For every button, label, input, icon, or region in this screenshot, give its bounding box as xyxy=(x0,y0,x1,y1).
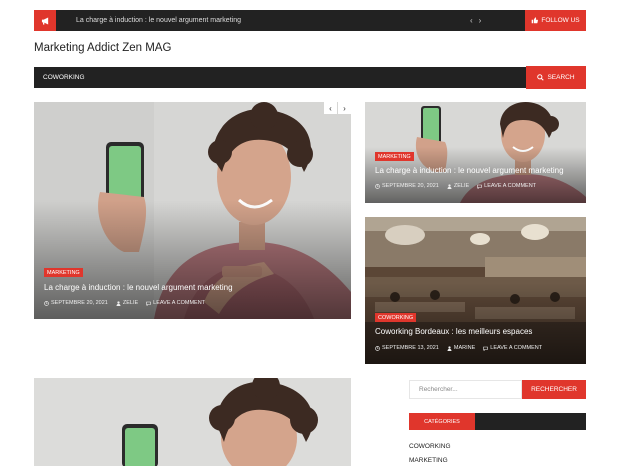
featured-post-bottom-right[interactable]: COWORKING Coworking Bordeaux : les meill… xyxy=(365,217,586,364)
search-label: SEARCH xyxy=(547,74,575,81)
post-date[interactable]: SEPTEMBRE 20, 2021 xyxy=(51,300,108,306)
post-title[interactable]: La charge à induction : le nouvel argume… xyxy=(375,166,564,175)
nav-item-coworking[interactable]: COWORKING xyxy=(43,67,85,88)
user-icon xyxy=(447,345,452,351)
post-comments-link[interactable]: LEAVE A COMMENT xyxy=(490,345,542,351)
user-icon xyxy=(116,300,121,306)
post-author[interactable]: MARINE xyxy=(454,345,475,351)
post-meta: SEPTEMBRE 20, 2021 ZELIE LEAVE A COMMENT xyxy=(375,183,536,189)
category-link-marketing[interactable]: MARKETING xyxy=(409,457,448,464)
site-title[interactable]: Marketing Addict Zen MAG xyxy=(34,42,171,54)
featured-post-main[interactable]: MARKETING La charge à induction : le nou… xyxy=(34,102,351,319)
top-ticker-bar: La charge à induction : le nouvel argume… xyxy=(34,10,586,31)
nav-search-button[interactable]: SEARCH xyxy=(526,66,586,89)
featured-post-top-right[interactable]: MARKETING La charge à induction : le nou… xyxy=(365,102,586,203)
ticker-nav: ‹› xyxy=(470,10,487,31)
page: La charge à induction : le nouvel argume… xyxy=(0,0,620,466)
category-badge[interactable]: MARKETING xyxy=(44,268,83,277)
post-comments-link[interactable]: LEAVE A COMMENT xyxy=(153,300,205,306)
categories-title: CATÉGORIES xyxy=(409,413,475,430)
follow-us-label: FOLLOW US xyxy=(541,17,580,24)
comment-icon xyxy=(483,346,489,351)
post-date[interactable]: SEPTEMBRE 13, 2021 xyxy=(382,345,439,351)
follow-us-button[interactable]: FOLLOW US xyxy=(525,10,586,31)
clock-icon xyxy=(375,345,380,351)
search-icon xyxy=(537,74,545,81)
post-title[interactable]: Coworking Bordeaux : les meilleurs espac… xyxy=(375,327,532,336)
post-comments-link[interactable]: LEAVE A COMMENT xyxy=(484,183,536,189)
ticker-next-button[interactable]: › xyxy=(479,16,488,25)
categories-widget-header: CATÉGORIES xyxy=(409,413,586,430)
thumbs-up-icon xyxy=(532,17,539,24)
category-link-coworking[interactable]: COWORKING xyxy=(409,443,451,450)
comment-icon xyxy=(146,301,151,306)
article-image xyxy=(34,378,351,466)
slider-prev-button[interactable]: ‹ xyxy=(324,102,337,114)
post-meta: SEPTEMBRE 13, 2021 MARINE LEAVE A COMMEN… xyxy=(375,345,542,351)
category-badge[interactable]: MARKETING xyxy=(375,152,414,161)
article-thumbnail-man-with-phone[interactable] xyxy=(34,378,351,466)
sidebar-search-button[interactable]: RECHERCHER xyxy=(522,380,586,399)
megaphone-icon xyxy=(34,10,56,31)
comment-icon xyxy=(477,184,482,189)
post-date[interactable]: SEPTEMBRE 20, 2021 xyxy=(382,183,439,189)
post-meta: SEPTEMBRE 20, 2021 ZELIE LEAVE A COMMENT xyxy=(44,300,205,306)
category-badge[interactable]: COWORKING xyxy=(375,313,417,322)
post-author[interactable]: ZELIE xyxy=(123,300,138,306)
post-title[interactable]: La charge à induction : le nouvel argume… xyxy=(44,283,233,292)
ticker-headline-link[interactable]: La charge à induction : le nouvel argume… xyxy=(76,10,241,31)
ticker-prev-button[interactable]: ‹ xyxy=(470,16,479,25)
image-gradient-overlay xyxy=(365,283,586,364)
sidebar-search-input[interactable]: Rechercher... xyxy=(409,380,522,399)
slider-next-button[interactable]: › xyxy=(338,102,351,114)
clock-icon xyxy=(375,183,380,189)
user-icon xyxy=(447,183,452,189)
clock-icon xyxy=(44,300,49,306)
post-author[interactable]: ZELIE xyxy=(454,183,469,189)
main-navigation: COWORKING SEARCH xyxy=(34,66,586,89)
